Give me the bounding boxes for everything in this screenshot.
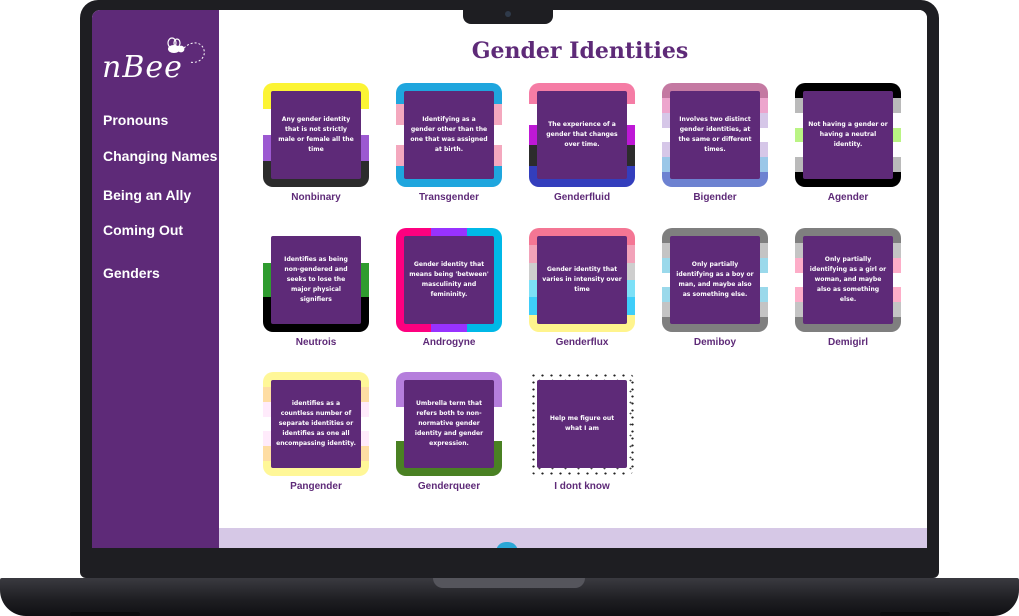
- card-description: identifies as a countless number of sepa…: [276, 400, 356, 447]
- card-description-panel: Gender identity that means being 'betwee…: [404, 236, 494, 324]
- gender-card-pangender[interactable]: identifies as a countless number of sepa…: [263, 372, 369, 492]
- camera-icon: [505, 11, 511, 17]
- card-label: Demiboy: [693, 337, 737, 348]
- card-description-panel: Identifies as being non-gendered and see…: [271, 236, 361, 324]
- screen: nBee Pronouns Changing Names Being an Al…: [92, 10, 927, 548]
- gender-card-agender[interactable]: Not having a gender or having a neutral …: [795, 83, 901, 203]
- card-description-panel: Not having a gender or having a neutral …: [803, 91, 893, 179]
- card-description: Gender identity that means being 'betwee…: [409, 261, 489, 298]
- card-description-panel: Only partially identifying as a girl or …: [803, 236, 893, 324]
- card-description-panel: Identifying as a gender other than the o…: [404, 91, 494, 179]
- card-description: Only partially identifying as a girl or …: [809, 256, 887, 303]
- nav-item-changing-names[interactable]: Changing Names: [103, 148, 217, 164]
- nav-item-coming-out[interactable]: Coming Out: [103, 222, 183, 238]
- gender-card-androgyne[interactable]: Gender identity that means being 'betwee…: [396, 228, 502, 348]
- sidebar: nBee Pronouns Changing Names Being an Al…: [92, 10, 219, 548]
- gender-card-nonbinary[interactable]: Any gender identity that is not strictly…: [263, 83, 369, 203]
- card-description: The experience of a gender that changes …: [546, 121, 618, 148]
- gender-card-demigirl[interactable]: Only partially identifying as a girl or …: [795, 228, 901, 348]
- gender-card-transgender[interactable]: Identifying as a gender other than the o…: [396, 83, 502, 203]
- card-label: Genderfluid: [553, 192, 611, 203]
- card-description-panel: Help me figure out what I am: [537, 380, 627, 468]
- card-description-panel: Gender identity that varies in intensity…: [537, 236, 627, 324]
- card-description-panel: Only partially identifying as a boy or m…: [670, 236, 760, 324]
- card-label: Androgyne: [422, 337, 476, 348]
- gender-card-genderfluid[interactable]: The experience of a gender that changes …: [529, 83, 635, 203]
- nav-item-pronouns[interactable]: Pronouns: [103, 112, 168, 128]
- card-description: Umbrella term that refers both to non-no…: [414, 400, 484, 447]
- page-title: Gender Identities: [471, 38, 689, 64]
- card-description: Help me figure out what I am: [549, 415, 615, 432]
- card-label: Genderqueer: [417, 481, 481, 492]
- main-content: Gender Identities Any gender identity th…: [219, 10, 927, 548]
- laptop-foot-left: [70, 612, 140, 616]
- card-label: Pangender: [290, 481, 342, 492]
- gender-card-neutrois[interactable]: Identifies as being non-gendered and see…: [263, 228, 369, 348]
- card-description: Identifying as a gender other than the o…: [410, 116, 488, 153]
- nav-item-being-an-ally[interactable]: Being an Ally: [103, 187, 191, 203]
- gender-card-genderflux[interactable]: Gender identity that varies in intensity…: [529, 228, 635, 348]
- card-description: Identifies as being non-gendered and see…: [284, 256, 348, 303]
- card-description-panel: Involves two distinct gender identities,…: [670, 91, 760, 179]
- card-description: Any gender identity that is not strictly…: [278, 116, 354, 153]
- card-label: Genderflux: [555, 337, 609, 348]
- card-label: Nonbinary: [291, 192, 341, 203]
- card-label: I dont know: [554, 481, 610, 492]
- card-description-panel: Umbrella term that refers both to non-no…: [404, 380, 494, 468]
- footer-bar: [219, 528, 927, 548]
- gender-card-i-dont-know[interactable]: Help me figure out what I am I dont know: [529, 372, 635, 492]
- card-label: Neutrois: [295, 337, 337, 348]
- card-label: Transgender: [418, 192, 480, 203]
- card-description: Involves two distinct gender identities,…: [678, 116, 752, 153]
- card-description: Only partially identifying as a boy or m…: [676, 261, 754, 298]
- card-description-panel: Any gender identity that is not strictly…: [271, 91, 361, 179]
- gender-card-demiboy[interactable]: Only partially identifying as a boy or m…: [662, 228, 768, 348]
- gender-card-bigender[interactable]: Involves two distinct gender identities,…: [662, 83, 768, 203]
- card-label: Demigirl: [827, 337, 868, 348]
- card-description-panel: The experience of a gender that changes …: [537, 91, 627, 179]
- card-description-panel: identifies as a countless number of sepa…: [271, 380, 361, 468]
- card-label: Agender: [827, 192, 869, 203]
- laptop-foot-right: [880, 612, 950, 616]
- card-description: Gender identity that varies in intensity…: [542, 266, 622, 293]
- card-description: Not having a gender or having a neutral …: [808, 121, 888, 148]
- laptop-opening-notch: [433, 578, 585, 588]
- brand-logo[interactable]: nBee: [102, 37, 210, 92]
- gender-card-genderqueer[interactable]: Umbrella term that refers both to non-no…: [396, 372, 502, 492]
- card-label: Bigender: [693, 192, 737, 203]
- nav-item-genders[interactable]: Genders: [103, 265, 160, 281]
- bee-icon: [167, 37, 205, 63]
